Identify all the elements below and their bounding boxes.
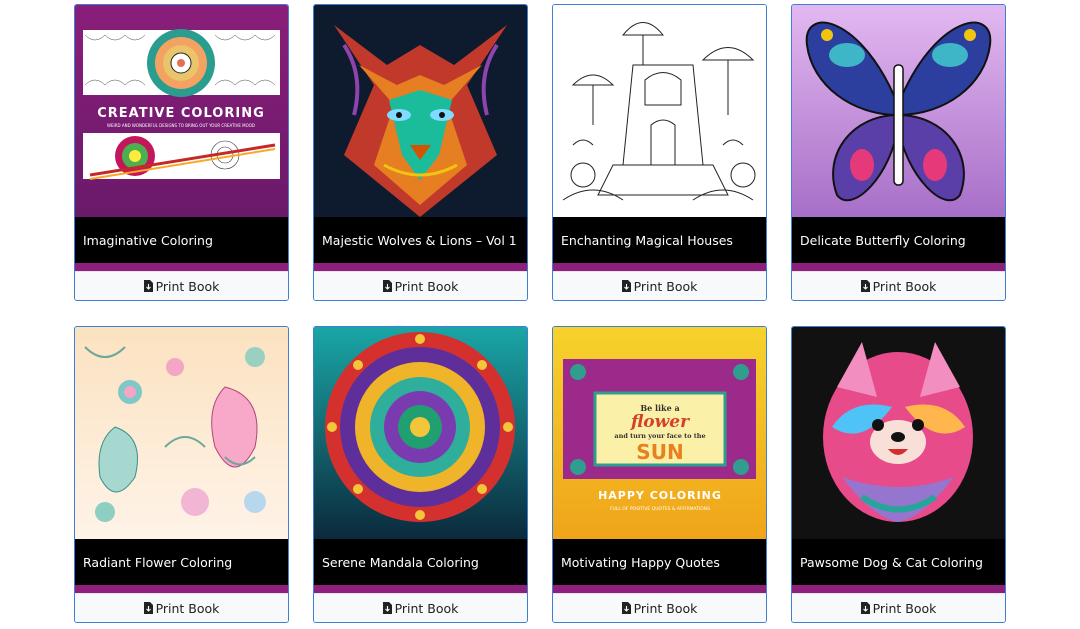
print-book-button[interactable]: Print Book	[75, 271, 288, 300]
book-card-enchanting-magical-houses[interactable]: Enchanting Magical Houses Print Book	[552, 4, 767, 301]
book-cover-image[interactable]	[792, 327, 1005, 539]
file-download-icon	[143, 602, 153, 614]
accent-bar	[314, 585, 527, 593]
book-title: Radiant Flower Coloring	[75, 539, 288, 585]
book-title: Delicate Butterfly Coloring	[792, 217, 1005, 263]
book-cover-image[interactable]	[314, 327, 527, 539]
print-book-button[interactable]: Print Book	[792, 271, 1005, 300]
print-book-button[interactable]: Print Book	[314, 593, 527, 622]
book-card-imaginative-coloring[interactable]: CREATIVE COLORING WEIRD AND WONDERFUL DE…	[74, 4, 289, 301]
file-download-icon	[860, 280, 870, 292]
book-cover-image[interactable]	[314, 5, 527, 217]
print-book-label: Print Book	[633, 278, 698, 294]
book-title: Imaginative Coloring	[75, 217, 288, 263]
book-cover-image[interactable]	[75, 327, 288, 539]
book-cover-image[interactable]: Be like a flower and turn your face to t…	[553, 327, 766, 539]
book-cover-image[interactable]	[792, 5, 1005, 217]
print-book-label: Print Book	[155, 600, 220, 616]
book-title-text: Enchanting Magical Houses	[561, 232, 733, 248]
book-card-motivating-happy-quotes[interactable]: Be like a flower and turn your face to t…	[552, 326, 767, 623]
book-card-serene-mandala[interactable]: Serene Mandala Coloring Print Book	[313, 326, 528, 623]
print-book-label: Print Book	[155, 278, 220, 294]
print-book-button[interactable]: Print Book	[792, 593, 1005, 622]
book-grid: CREATIVE COLORING WEIRD AND WONDERFUL DE…	[0, 0, 1080, 629]
book-title-text: Majestic Wolves & Lions – Vol 1	[322, 232, 517, 248]
print-book-label: Print Book	[872, 600, 937, 616]
print-book-button[interactable]: Print Book	[553, 271, 766, 300]
print-book-button[interactable]: Print Book	[553, 593, 766, 622]
book-title-text: Pawsome Dog & Cat Coloring	[800, 554, 983, 570]
file-download-icon	[143, 280, 153, 292]
cover-quote-line-2: flower	[630, 412, 690, 432]
cover-subtitle-text: FULL OF POSITIVE QUOTES & AFFIRMATIONS	[610, 506, 710, 512]
file-download-icon	[621, 602, 631, 614]
book-cover-image[interactable]	[553, 5, 766, 217]
print-book-label: Print Book	[394, 278, 459, 294]
book-title: Majestic Wolves & Lions – Vol 1	[314, 217, 527, 263]
file-download-icon	[382, 280, 392, 292]
book-card-pawsome-dog-cat[interactable]: Pawsome Dog & Cat Coloring Print Book	[791, 326, 1006, 623]
book-title: Pawsome Dog & Cat Coloring	[792, 539, 1005, 585]
book-title-text: Delicate Butterfly Coloring	[800, 232, 966, 248]
accent-bar	[75, 585, 288, 593]
book-title: Enchanting Magical Houses	[553, 217, 766, 263]
print-book-button[interactable]: Print Book	[75, 593, 288, 622]
cover-subtitle-text: WEIRD AND WONDERFUL DESIGNS TO BRING OUT…	[107, 123, 255, 128]
print-book-label: Print Book	[872, 278, 937, 294]
accent-bar	[553, 585, 766, 593]
book-title-text: Serene Mandala Coloring	[322, 554, 479, 570]
cover-quote-line-3: and turn your face to the	[614, 432, 705, 440]
book-card-delicate-butterfly[interactable]: Delicate Butterfly Coloring Print Book	[791, 4, 1006, 301]
accent-bar	[553, 263, 766, 271]
cover-quote-line-4: SUN	[636, 440, 683, 464]
accent-bar	[792, 585, 1005, 593]
book-cover-image[interactable]: CREATIVE COLORING WEIRD AND WONDERFUL DE…	[75, 5, 288, 217]
print-book-button[interactable]: Print Book	[314, 271, 527, 300]
accent-bar	[792, 263, 1005, 271]
book-title: Motivating Happy Quotes	[553, 539, 766, 585]
print-book-label: Print Book	[394, 600, 459, 616]
book-title-text: Radiant Flower Coloring	[83, 554, 233, 570]
cover-title-text: CREATIVE COLORING	[97, 106, 265, 121]
book-card-majestic-wolves-lions[interactable]: Majestic Wolves & Lions – Vol 1 Print Bo…	[313, 4, 528, 301]
book-title: Serene Mandala Coloring	[314, 539, 527, 585]
cover-title-text: HAPPY COLORING	[598, 489, 722, 502]
file-download-icon	[621, 280, 631, 292]
accent-bar	[75, 263, 288, 271]
book-title-text: Motivating Happy Quotes	[561, 554, 720, 570]
print-book-label: Print Book	[633, 600, 698, 616]
file-download-icon	[382, 602, 392, 614]
accent-bar	[314, 263, 527, 271]
book-title-text: Imaginative Coloring	[83, 232, 213, 248]
book-card-radiant-flower[interactable]: Radiant Flower Coloring Print Book	[74, 326, 289, 623]
file-download-icon	[860, 602, 870, 614]
